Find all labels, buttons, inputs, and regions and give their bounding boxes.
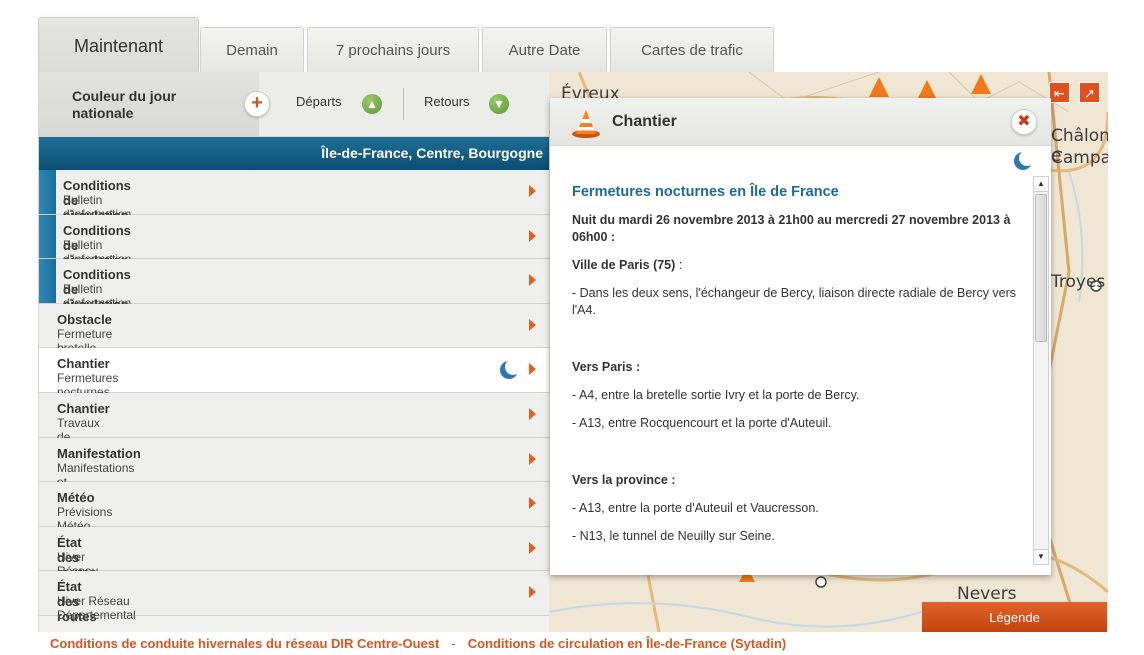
list-item[interactable]: Conditions de circulation régionalesBull… [39, 214, 550, 283]
footer-separator: - [451, 636, 456, 651]
list-item[interactable]: État des routes Hiver Réseau Départementa… [39, 571, 550, 624]
tab-demain[interactable]: Demain [200, 27, 304, 72]
vers-province-heading: Vers la province : [572, 473, 676, 487]
tab-maintenant[interactable]: Maintenant [38, 17, 199, 72]
ville-label: Ville de Paris (75) [572, 258, 676, 272]
footer-links: Conditions de conduite hivernales du rés… [50, 636, 786, 651]
map-label-nevers: Nevers [957, 584, 1017, 604]
map-label-troyes: Troyes [1051, 272, 1106, 292]
list-item-selected[interactable]: ChantierFermetures nocturnes en Île de F… [39, 348, 550, 427]
item-title: Obstacle [57, 311, 112, 327]
item-title: Météo [57, 490, 95, 506]
list-item[interactable]: MétéoPrévisions Météo Zone Ouest [39, 482, 550, 561]
couleur-du-jour[interactable]: Couleur du jour nationale [39, 72, 259, 137]
list-item[interactable]: État des routesHiver Réseau National [39, 526, 550, 592]
arrow-down-icon[interactable]: ▼ [489, 94, 509, 114]
moon-icon [1014, 150, 1034, 170]
toolbar-divider [403, 88, 404, 120]
popup-heading: Fermetures nocturnes en Île de France [572, 184, 839, 200]
chevron-right-icon [529, 363, 536, 376]
chevron-right-icon [529, 185, 536, 197]
popup-scrollbar[interactable]: ▲ ▼ [1033, 176, 1049, 565]
ville-text: - Dans les deux sens, l'échangeur de Ber… [572, 286, 1017, 317]
tab-autre-date[interactable]: Autre Date [482, 27, 607, 72]
chevron-right-icon [529, 229, 536, 242]
scroll-up-icon[interactable]: ▲ [1034, 177, 1048, 192]
item-title: Manifestation [57, 445, 141, 461]
arrow-up-icon[interactable]: ▲ [362, 94, 382, 114]
retours-label[interactable]: Retours [424, 94, 470, 109]
tab-7-prochains-jours[interactable]: 7 prochains jours [307, 27, 479, 72]
list-item[interactable]: Conditions de circulation régionalesBull… [39, 259, 550, 327]
scroll-down-icon[interactable]: ▼ [1034, 549, 1048, 564]
chevron-right-icon [529, 318, 536, 331]
plus-icon[interactable]: + [244, 91, 270, 117]
info-popup: Chantier ✖ Fermetures nocturnes en Île d… [550, 98, 1051, 575]
close-icon[interactable]: ✖ [1011, 109, 1037, 135]
popup-intro: Nuit du mardi 26 novembre 2013 à 21h00 a… [572, 213, 1011, 244]
moon-icon [500, 359, 520, 380]
item-subtitle: Hiver Réseau Départemental [57, 594, 136, 623]
info-list: Conditions de circulation régionalesBull… [39, 170, 550, 624]
region-header: Île-de-France, Centre, Bourgogne [39, 137, 550, 170]
chevron-right-icon [529, 586, 536, 599]
vers-paris-item: - A13, entre Rocquencourt et la porte d'… [572, 416, 832, 430]
chevron-right-icon [529, 452, 536, 465]
tab-cartes-de-trafic[interactable]: Cartes de trafic [610, 27, 774, 72]
vers-province-item: - A13, entre la porte d'Auteuil et Vaucr… [572, 501, 819, 515]
ville-suffix: : [675, 258, 683, 272]
popup-header: Chantier ✖ [550, 98, 1051, 146]
list-item[interactable]: ManifestationManifestations et évènement… [39, 437, 550, 531]
map-label-campag: Campag [1051, 148, 1108, 168]
chevron-right-icon [529, 407, 536, 420]
list-item[interactable]: Conditions de circulation régionalesBull… [39, 170, 550, 249]
legend-button[interactable]: Légende [922, 602, 1107, 632]
toolbar: Couleur du jour nationale + Départs ▲ Re… [39, 72, 550, 137]
chevron-right-icon [529, 497, 536, 510]
footer-link-dir-centre-ouest[interactable]: Conditions de conduite hivernales du rés… [50, 636, 439, 651]
chevron-right-icon [529, 541, 536, 554]
left-panel: Couleur du jour nationale + Départs ▲ Re… [38, 72, 550, 632]
couleur-du-jour-label: Couleur du jour nationale [72, 88, 177, 121]
item-title: Chantier [57, 356, 110, 372]
footer-link-sytadin[interactable]: Conditions de circulation en Île-de-Fran… [468, 636, 787, 651]
vers-paris-item: - A4, entre la bretelle sortie Ivry et l… [572, 388, 860, 402]
collapse-icon[interactable]: ⇤ [1049, 82, 1070, 103]
item-title: Chantier [57, 400, 110, 416]
popup-title: Chantier [612, 113, 677, 130]
popup-content: Fermetures nocturnes en Île de France Nu… [572, 184, 1017, 556]
ville-paragraph: Ville de Paris (75) : [572, 257, 1017, 274]
vers-paris-heading: Vers Paris : [572, 360, 641, 374]
scroll-thumb[interactable] [1035, 194, 1047, 342]
vers-province-item: - N13, le tunnel de Neuilly sur Seine. [572, 529, 775, 543]
expand-icon[interactable]: ↗ [1079, 82, 1100, 103]
traffic-cone-icon [572, 110, 600, 138]
tab-bar: Maintenant Demain 7 prochains jours Autr… [38, 17, 778, 72]
departs-label[interactable]: Départs [296, 94, 342, 109]
list-item[interactable]: ObstacleFermeture bretelle accès A14 à P… [39, 303, 550, 397]
list-item[interactable]: ChantierTravaux de longue durée en Île d… [39, 392, 550, 514]
chevron-right-icon [529, 274, 536, 287]
